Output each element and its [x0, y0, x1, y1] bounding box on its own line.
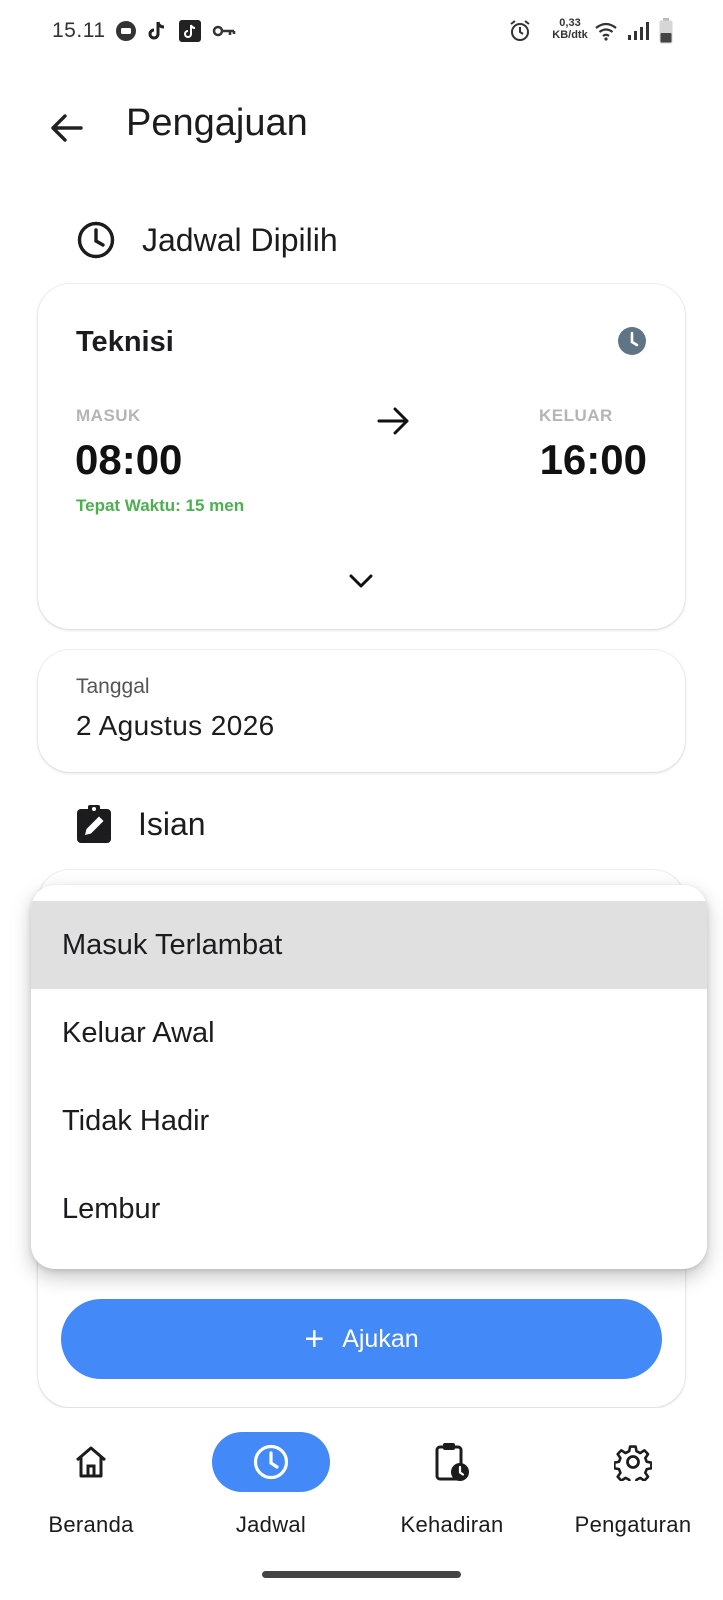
menu-item-keluar-awal[interactable]: Keluar Awal [31, 989, 707, 1077]
clock-icon [253, 1444, 289, 1480]
clock-filled-icon [617, 326, 647, 356]
arrow-right-icon [377, 406, 411, 436]
network-speed: 0,33 KB/dtk [552, 17, 588, 41]
tiktok-notification-icon [147, 20, 167, 42]
page-title: Pengajuan [126, 102, 308, 144]
date-label: Tanggal [76, 675, 150, 698]
app-bar: Pengajuan [0, 90, 723, 162]
check-in-time: 08:00 [75, 436, 183, 483]
check-out-label: KELUAR [539, 406, 613, 425]
home-indicator[interactable] [262, 1571, 461, 1578]
section-title: Jadwal Dipilih [142, 221, 338, 258]
vpn-key-icon [212, 24, 236, 38]
nav-item-pengaturan[interactable]: Pengaturan [558, 1432, 708, 1542]
schedule-section-header: Jadwal Dipilih [76, 218, 338, 262]
menu-item-tidak-hadir[interactable]: Tidak Hadir [31, 1077, 707, 1165]
date-field[interactable]: Tanggal 2 Agustus 2026 [38, 650, 685, 772]
check-in-label: MASUK [76, 406, 141, 425]
status-bar: 15.11 0,33 KB/dtk [0, 0, 723, 64]
nav-item-kehadiran[interactable]: Kehadiran [377, 1432, 527, 1542]
nav-label: Jadwal [235, 1512, 307, 1537]
form-section-header: Isian [76, 802, 206, 846]
message-notification-icon [115, 20, 137, 42]
check-out-time: 16:00 [539, 436, 647, 483]
nav-item-jadwal[interactable]: Jadwal [196, 1432, 346, 1542]
gear-icon [614, 1445, 652, 1481]
back-button[interactable] [44, 106, 88, 150]
plus-icon: + [304, 1320, 325, 1358]
wifi-icon [594, 21, 618, 41]
menu-top-padding [31, 885, 707, 901]
submit-button-label: Ajukan [342, 1324, 419, 1353]
arrow-left-icon [51, 114, 83, 142]
clipboard-clock-icon [435, 1443, 469, 1481]
date-value: 2 Agustus 2026 [76, 710, 275, 741]
clock-outline-icon [76, 220, 116, 260]
nav-label: Beranda [48, 1512, 134, 1537]
menu-item-masuk-terlambat[interactable]: Masuk Terlambat [31, 901, 707, 989]
request-type-dropdown-menu: Masuk Terlambat Keluar Awal Tidak Hadir … [31, 885, 707, 1269]
tiktok-notification-icon [179, 20, 201, 42]
section-title: Isian [138, 805, 206, 842]
battery-icon [659, 18, 673, 44]
expand-shift-button[interactable] [339, 566, 383, 596]
signal-icon [627, 21, 649, 41]
nav-label: Kehadiran [400, 1512, 504, 1537]
selected-shift-card: Teknisi MASUK 08:00 Tepat Waktu: 15 men … [38, 284, 685, 629]
nav-label: Pengaturan [574, 1512, 692, 1537]
nav-item-beranda[interactable]: Beranda [16, 1432, 166, 1542]
chevron-down-icon [349, 574, 373, 588]
status-time: 15.11 [52, 19, 106, 42]
tolerance-text: Tepat Waktu: 15 men [76, 496, 245, 515]
shift-name: Teknisi [76, 326, 174, 358]
submit-button[interactable]: + Ajukan [61, 1299, 662, 1379]
menu-item-lembur[interactable]: Lembur [31, 1165, 707, 1253]
alarm-icon [509, 19, 531, 43]
assignment-edit-icon [76, 804, 112, 844]
home-icon [76, 1446, 106, 1478]
